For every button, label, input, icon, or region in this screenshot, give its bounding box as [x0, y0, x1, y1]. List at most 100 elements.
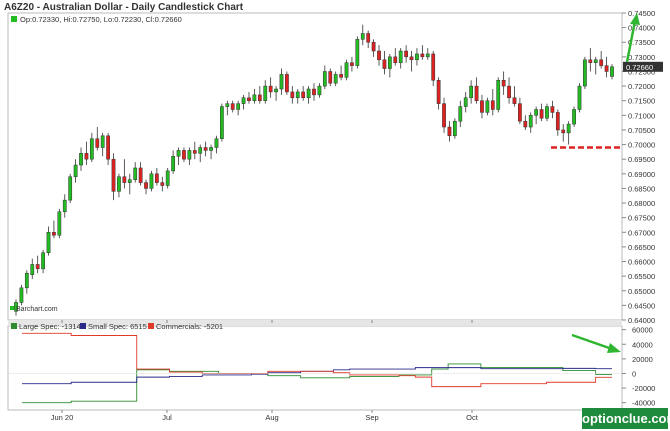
- price-tick-label: 0.70500: [628, 126, 655, 135]
- candle-body: [501, 79, 506, 87]
- candle-body: [79, 153, 83, 166]
- candle-body: [57, 211, 62, 236]
- candle-body: [89, 138, 94, 160]
- candle: [452, 118, 457, 139]
- candle-body: [333, 74, 338, 84]
- candle-body: [599, 59, 604, 66]
- candle-body: [68, 176, 73, 201]
- candle-body: [198, 147, 203, 154]
- credit-label: Barchart.com: [16, 306, 58, 313]
- candle-body: [41, 252, 45, 270]
- candle-body: [187, 150, 192, 160]
- candle-body: [496, 79, 501, 110]
- candle-body: [523, 120, 528, 128]
- candle: [19, 284, 24, 306]
- candle-body: [149, 173, 154, 189]
- cot-tick-label: -40000: [632, 399, 655, 408]
- candle-body: [588, 59, 593, 63]
- cot-legend-label-commercials: Commercials: -5201: [156, 322, 223, 331]
- chart-canvas[interactable]: 0.745000.740000.735000.730000.725000.720…: [0, 0, 670, 431]
- cot-tick-label: 60000: [632, 326, 653, 335]
- x-tick-label: Jun 20: [51, 413, 74, 422]
- price-tick-label: 0.65000: [628, 287, 655, 296]
- candle-body: [301, 91, 306, 99]
- candle-body: [192, 150, 197, 154]
- candle-body: [377, 50, 381, 61]
- candle-body: [398, 50, 403, 63]
- candle-body: [442, 103, 446, 128]
- x-tick-label: Sep: [365, 413, 378, 422]
- candle-body: [545, 106, 549, 119]
- candle-body: [528, 115, 533, 128]
- price-tick-label: 0.68000: [628, 199, 655, 208]
- candle: [220, 103, 224, 142]
- candle-body: [268, 85, 273, 93]
- candle-body: [344, 62, 349, 78]
- candle-body: [209, 147, 213, 151]
- candle-body: [19, 287, 24, 303]
- candle-body: [350, 62, 354, 66]
- cot-legend-label-small_spec: Small Spec: 6515: [88, 322, 147, 331]
- price-tick-label: 0.68500: [628, 184, 655, 193]
- candle-body: [117, 176, 121, 192]
- candle-body: [127, 179, 132, 183]
- candle-body: [322, 71, 327, 87]
- cot-legend-swatch-large_spec: [11, 323, 17, 329]
- candle-body: [463, 97, 468, 107]
- candle-body: [604, 65, 609, 72]
- candle-body: [447, 126, 452, 137]
- cot-tick-label: -20000: [632, 384, 655, 393]
- candle: [165, 167, 170, 189]
- candle-body: [490, 100, 495, 110]
- candle-body: [30, 264, 35, 275]
- candle-body: [328, 71, 333, 84]
- cot-legend-swatch-small_spec: [80, 323, 86, 329]
- candle-body: [285, 74, 289, 93]
- candle-body: [593, 59, 598, 63]
- candle-body: [518, 103, 522, 122]
- candle-body: [566, 123, 571, 134]
- candle-body: [469, 85, 474, 99]
- candle: [577, 83, 582, 113]
- candle: [583, 56, 587, 90]
- candle-body: [111, 158, 116, 192]
- price-tick-label: 0.65500: [628, 272, 655, 281]
- candle-body: [35, 264, 40, 270]
- watermark: optionclue.com: [582, 408, 670, 429]
- price-tick-label: 0.73000: [628, 53, 655, 62]
- candle-body: [550, 106, 555, 113]
- candle-body: [485, 100, 490, 113]
- candle-body: [436, 79, 441, 104]
- candle-body: [577, 85, 582, 110]
- candle-body: [165, 170, 170, 186]
- candle-body: [176, 150, 181, 157]
- cot-tick-label: 40000: [632, 340, 653, 349]
- price-tick-label: 0.72000: [628, 82, 655, 91]
- candle: [57, 208, 62, 239]
- price-tick-label: 0.69000: [628, 170, 655, 179]
- price-tick-label: 0.71500: [628, 97, 655, 106]
- candle-body: [366, 33, 371, 43]
- candle-body: [160, 182, 165, 186]
- candle-body: [360, 33, 365, 40]
- candle: [285, 71, 289, 95]
- candle-body: [73, 164, 78, 177]
- candle-body: [241, 97, 246, 104]
- candle-body: [95, 138, 100, 148]
- candle-body: [257, 94, 262, 101]
- candle-body: [171, 156, 176, 172]
- candle: [496, 77, 501, 113]
- candle-body: [474, 85, 479, 101]
- candle: [149, 170, 154, 192]
- candle-body: [46, 232, 51, 254]
- candle-body: [52, 232, 56, 236]
- price-tick-label: 0.67000: [628, 228, 655, 237]
- candle-body: [295, 91, 300, 99]
- candle-body: [312, 88, 316, 96]
- ohlc-legend-label: Op:0.72330, Hi:0.72750, Lo:0.72230, Cl:0…: [20, 15, 182, 24]
- candle-body: [404, 50, 408, 58]
- candle-body: [393, 56, 398, 63]
- price-tick-label: 0.64000: [628, 316, 655, 325]
- cot-tick-label: 0: [632, 369, 636, 378]
- candle-body: [203, 147, 208, 151]
